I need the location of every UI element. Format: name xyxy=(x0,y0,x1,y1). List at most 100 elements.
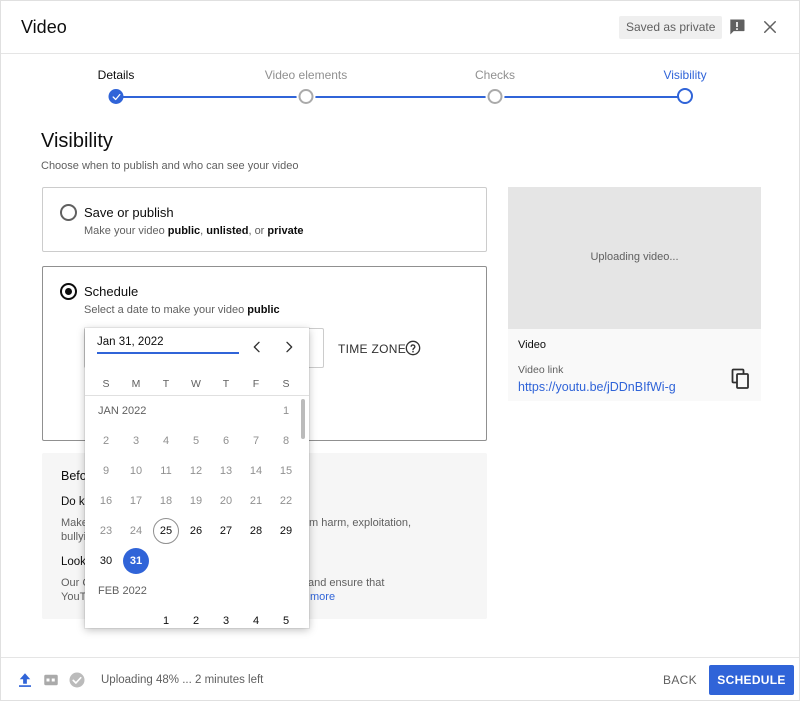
calendar-day[interactable]: 18 xyxy=(153,488,179,514)
schedule-desc: Select a date to make your video public xyxy=(84,304,280,316)
paragraph-2-line-1-tail: and ensure that xyxy=(308,577,385,589)
calendar-day[interactable]: 24 xyxy=(123,518,149,544)
weekday-wed: W xyxy=(191,378,201,390)
calendar-day[interactable]: 4 xyxy=(243,608,269,628)
step-video-elements-label[interactable]: Video elements xyxy=(265,68,348,82)
step-checks-label[interactable]: Checks xyxy=(475,68,515,82)
calendar-day[interactable]: 8 xyxy=(273,428,299,454)
step-details-label[interactable]: Details xyxy=(98,68,135,82)
schedule-button[interactable]: SCHEDULE xyxy=(709,665,794,695)
question-look: Look xyxy=(61,556,86,568)
timezone-label[interactable]: TIME ZONE xyxy=(338,342,406,356)
calendar-day[interactable]: 13 xyxy=(213,458,239,484)
weekday-sat: S xyxy=(282,378,290,390)
weekday-fri: F xyxy=(252,378,260,390)
calendar-day[interactable]: 29 xyxy=(273,518,299,544)
visibility-subtitle: Choose when to publish and who can see y… xyxy=(41,160,299,172)
calendar-day[interactable]: 27 xyxy=(213,518,239,544)
calendar-day[interactable]: 6 xyxy=(213,428,239,454)
step-visibility-dot[interactable] xyxy=(677,88,693,104)
paragraph-1-line-1: Make xyxy=(61,517,88,529)
visibility-heading: Visibility xyxy=(41,130,113,152)
feedback-icon[interactable] xyxy=(725,15,749,39)
calendar-day[interactable]: 14 xyxy=(243,458,269,484)
save-or-publish-option[interactable]: Save or publish Make your video public, … xyxy=(42,187,487,252)
back-button[interactable]: BACK xyxy=(657,666,703,695)
learn-more-link[interactable]: more xyxy=(310,591,335,603)
calendar-day[interactable]: 30 xyxy=(93,548,119,574)
calendar-day[interactable]: 19 xyxy=(183,488,209,514)
calendar-day[interactable]: 2 xyxy=(183,608,209,628)
calendar-day[interactable]: 21 xyxy=(243,488,269,514)
calendar-day[interactable]: 11 xyxy=(153,458,179,484)
calendar-day[interactable]: 20 xyxy=(213,488,239,514)
step-video-elements-dot[interactable] xyxy=(298,89,314,104)
hd-processing-icon xyxy=(42,671,60,689)
dialog-footer: Uploading 48% ... 2 minutes left BACK SC… xyxy=(1,657,799,701)
upload-dialog: Video Saved as private Details Video ele… xyxy=(0,0,800,701)
calendar-day[interactable]: 28 xyxy=(243,518,269,544)
calendar-day[interactable]: 1 xyxy=(273,398,299,424)
video-link[interactable]: https://youtu.be/jDDnBIfWi-g xyxy=(518,380,676,394)
step-visibility-label[interactable]: Visibility xyxy=(663,68,706,82)
help-circle-icon[interactable] xyxy=(405,340,421,356)
weekday-mon: M xyxy=(131,378,141,390)
step-checks-dot[interactable] xyxy=(487,89,503,104)
calendar-day[interactable]: 22 xyxy=(273,488,299,514)
saved-status-badge: Saved as private xyxy=(619,16,723,39)
video-label: Video xyxy=(518,339,546,351)
calendar-day[interactable]: 3 xyxy=(213,608,239,628)
month-label-jan: JAN 2022 xyxy=(98,405,147,417)
calendar-day[interactable]: 31 xyxy=(123,548,149,574)
stepper-progress-line xyxy=(116,96,685,98)
dialog-header: Video Saved as private xyxy=(1,1,799,54)
paragraph-2-line-2: YouT xyxy=(61,591,87,603)
video-preview-panel: Uploading video... Video Video link http… xyxy=(508,187,761,401)
calendar-day[interactable]: 9 xyxy=(93,458,119,484)
paragraph-1-line-2: bullyi xyxy=(61,531,87,543)
calendar-day[interactable]: 15 xyxy=(273,458,299,484)
date-input[interactable]: Jan 31, 2022 xyxy=(97,336,164,348)
save-or-publish-title: Save or publish xyxy=(84,205,174,220)
upload-icon xyxy=(16,671,34,689)
step-details-check-icon[interactable] xyxy=(108,89,124,104)
calendar-day[interactable]: 25 xyxy=(153,518,179,544)
schedule-radio[interactable] xyxy=(60,283,77,300)
chevron-left-icon[interactable] xyxy=(249,339,265,355)
schedule-title: Schedule xyxy=(84,284,139,299)
weekday-thu: T xyxy=(222,378,230,390)
copy-icon[interactable] xyxy=(731,368,751,390)
calendar-day[interactable]: 10 xyxy=(123,458,149,484)
calendar-day[interactable]: 23 xyxy=(93,518,119,544)
video-link-label: Video link xyxy=(518,364,564,376)
date-input-underline xyxy=(97,352,239,354)
save-or-publish-radio[interactable] xyxy=(60,204,77,221)
dialog-title: Video xyxy=(21,17,67,37)
close-icon[interactable] xyxy=(758,15,782,39)
calendar-day[interactable]: 26 xyxy=(183,518,209,544)
calendar-day[interactable]: 12 xyxy=(183,458,209,484)
calendar-day[interactable]: 16 xyxy=(93,488,119,514)
calendar-divider xyxy=(85,395,309,396)
paragraph-1-line-1-tail: m harm, exploitation, xyxy=(309,517,412,529)
chevron-right-icon[interactable] xyxy=(281,339,297,355)
question-do-kids: Do ki xyxy=(61,496,88,508)
calendar-day[interactable]: 5 xyxy=(273,608,299,628)
calendar-day[interactable]: 1 xyxy=(153,608,179,628)
save-or-publish-desc: Make your video public, unlisted, or pri… xyxy=(84,225,304,237)
calendar-day[interactable]: 7 xyxy=(243,428,269,454)
calendar-day[interactable]: 5 xyxy=(183,428,209,454)
upload-status-text: Uploading 48% ... 2 minutes left xyxy=(101,674,264,686)
date-picker-popup: Jan 31, 2022 S M T W T F S JAN 2022 FEB … xyxy=(85,328,309,628)
video-thumbnail: Uploading video... xyxy=(508,187,761,329)
checks-complete-icon xyxy=(68,671,86,689)
calendar-scrollbar[interactable] xyxy=(301,399,305,439)
calendar-day[interactable]: 4 xyxy=(153,428,179,454)
calendar-day[interactable]: 3 xyxy=(123,428,149,454)
weekday-tue: T xyxy=(162,378,170,390)
before-publish-heading: Befo xyxy=(61,469,87,483)
calendar-day[interactable]: 2 xyxy=(93,428,119,454)
uploading-video-text: Uploading video... xyxy=(590,251,679,263)
calendar-day[interactable]: 17 xyxy=(123,488,149,514)
weekday-sun: S xyxy=(102,378,110,390)
